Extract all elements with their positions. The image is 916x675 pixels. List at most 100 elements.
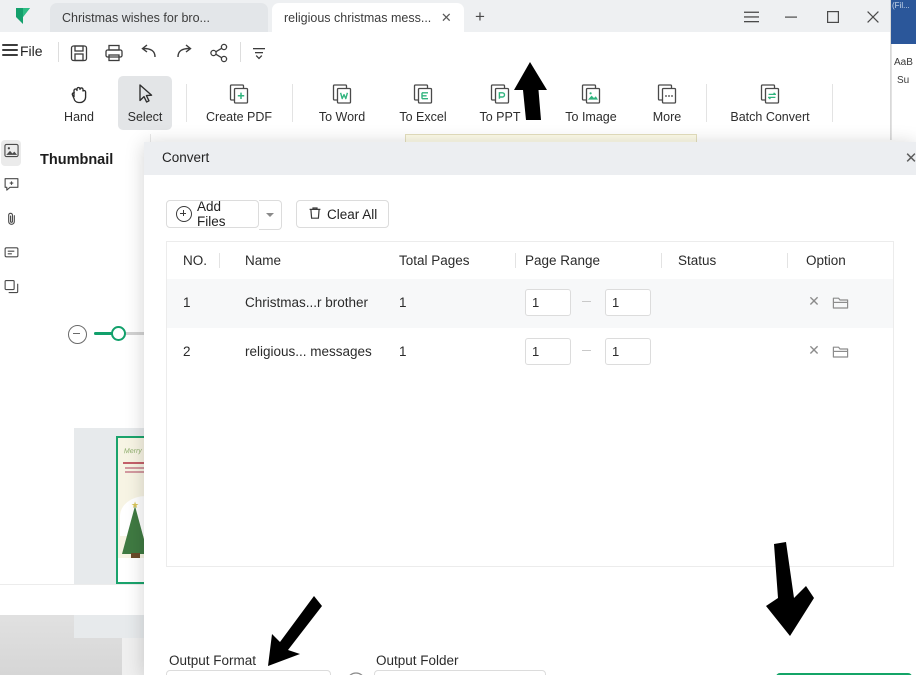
close-icon[interactable]: ✕	[439, 11, 453, 25]
menu-bar: File	[0, 32, 890, 98]
ribbon-button-hand-label: Hand	[64, 110, 94, 124]
divider	[832, 84, 833, 122]
ribbon-button-batch-convert-label: Batch Convert	[730, 110, 810, 124]
table-row[interactable]: 2 religious... messages 1 1 1 ✕	[167, 328, 893, 377]
divider	[240, 42, 241, 62]
ribbon-button-to-excel[interactable]: To Excel	[388, 76, 458, 130]
divider	[58, 42, 59, 62]
divider	[515, 253, 516, 268]
ribbon-button-select-label: Select	[127, 110, 163, 124]
divider	[706, 84, 707, 122]
bookmark-icon	[4, 177, 19, 197]
zoom-out-icon[interactable]	[68, 325, 87, 344]
add-files-label: Add Files	[197, 199, 226, 229]
sidebar-item-attachment[interactable]	[1, 208, 21, 234]
clear-all-label: Clear All	[327, 206, 378, 222]
clear-all-button[interactable]: Clear All	[296, 200, 390, 228]
column-header-total-pages: Total Pages	[399, 253, 470, 268]
ribbon-button-batch-convert[interactable]: Batch Convert	[718, 76, 822, 130]
convert-dialog: Convert ✕ Add Files Clear All NO. Name T…	[144, 142, 916, 675]
sidebar-item-bookmark[interactable]	[1, 174, 21, 200]
convert-dialog-header: Convert ✕	[144, 142, 916, 175]
background-window-right: (Fil... AaB Su	[890, 0, 916, 140]
ribbon-button-to-image-label: To Image	[565, 110, 617, 124]
cursor-arrow-icon	[132, 81, 158, 107]
ribbon-button-create-pdf[interactable]: Create PDF	[196, 76, 282, 130]
ribbon-button-to-image[interactable]: To Image	[552, 76, 630, 130]
titlebar: Christmas wishes for bro... religious ch…	[0, 0, 890, 32]
output-folder-select[interactable]: Source file directory	[374, 670, 546, 675]
chevron-down-icon	[266, 213, 274, 217]
more-icon	[654, 81, 680, 107]
divider	[186, 84, 187, 122]
list-menu-icon[interactable]	[2, 44, 18, 58]
cell-total-pages: 1	[399, 295, 407, 310]
open-folder-button[interactable]	[832, 294, 849, 311]
undo-icon[interactable]	[138, 42, 160, 64]
background-window-title: (Fil...	[891, 0, 916, 12]
open-folder-button[interactable]	[832, 343, 849, 360]
column-header-status: Status	[678, 253, 717, 268]
sidebar-item-thumbnail[interactable]	[1, 140, 21, 166]
attachment-icon	[4, 211, 19, 231]
divider	[219, 253, 220, 268]
print-icon[interactable]	[103, 42, 125, 64]
ribbon-button-to-excel-label: To Excel	[399, 110, 447, 124]
page-range-to-input[interactable]: 1	[605, 338, 651, 365]
ribbon-button-create-pdf-label: Create PDF	[206, 110, 272, 124]
page-range-dash	[582, 301, 591, 302]
page-range-from-input[interactable]: 1	[525, 289, 571, 316]
remove-file-button[interactable]: ✕	[805, 342, 823, 360]
share-icon[interactable]	[208, 42, 230, 64]
minimize-icon[interactable]	[776, 4, 806, 28]
zoom-slider-handle[interactable]	[111, 326, 126, 341]
column-header-page-range: Page Range	[525, 253, 601, 268]
column-header-option: Option	[806, 253, 846, 268]
convert-dialog-title: Convert	[162, 150, 210, 165]
cell-name: religious... messages	[245, 344, 372, 359]
ribbon-button-to-ppt[interactable]: To PPT	[468, 76, 532, 130]
sidebar-item-layers[interactable]	[1, 276, 21, 302]
thumbnail-icon	[3, 143, 19, 163]
to-word-icon	[329, 81, 355, 107]
document-tab-1-label: Christmas wishes for bro...	[62, 10, 210, 25]
output-folder-label: Output Folder	[376, 653, 459, 668]
to-excel-icon	[410, 81, 436, 107]
page-range-to-input[interactable]: 1	[605, 289, 651, 316]
page-range-from-input[interactable]: 1	[525, 338, 571, 365]
trash-icon	[308, 206, 322, 223]
create-pdf-icon	[226, 81, 252, 107]
output-settings-button[interactable]	[344, 670, 368, 675]
hamburger-menu-icon[interactable]	[736, 4, 766, 28]
new-tab-button[interactable]: +	[468, 6, 492, 28]
divider	[661, 253, 662, 268]
background-window-style-2: Su	[897, 75, 910, 86]
ribbon-button-more-label: More	[652, 110, 682, 124]
add-files-dropdown[interactable]	[259, 200, 282, 230]
ribbon-button-more[interactable]: More	[638, 76, 696, 130]
add-files-button[interactable]: Add Files	[166, 199, 259, 229]
remove-file-button[interactable]: ✕	[805, 293, 823, 311]
more-options-icon[interactable]	[248, 42, 270, 64]
table-row[interactable]: 1 Christmas...r brother 1 1 1 ✕	[167, 279, 893, 328]
ribbon-button-to-word[interactable]: To Word	[304, 76, 380, 130]
ribbon-button-hand[interactable]: Hand	[56, 76, 102, 130]
close-icon[interactable]: ✕	[902, 150, 916, 168]
maximize-icon[interactable]	[818, 4, 848, 28]
document-tab-2[interactable]: religious christmas mess... ✕	[272, 3, 464, 32]
column-header-no: NO.	[183, 253, 208, 268]
output-format-select[interactable]: Word(*.docx)	[166, 670, 331, 675]
sidebar-item-comments[interactable]	[1, 242, 21, 268]
document-tab-2-label: religious christmas mess...	[284, 10, 432, 25]
redo-icon[interactable]	[173, 42, 195, 64]
save-icon[interactable]	[68, 42, 90, 64]
app-root: (Fil... AaB Su Christmas wishes for bro.…	[0, 0, 916, 675]
hand-icon	[66, 81, 92, 107]
ribbon-button-select[interactable]: Select	[118, 76, 172, 130]
thumbnail-panel-title: Thumbnail	[40, 152, 114, 168]
document-tab-1[interactable]: Christmas wishes for bro...	[50, 3, 268, 32]
background-window-ribbon	[891, 12, 916, 44]
background-window-style-1: AaB	[894, 57, 913, 68]
file-menu[interactable]: File	[20, 43, 43, 59]
close-icon[interactable]	[858, 4, 888, 28]
